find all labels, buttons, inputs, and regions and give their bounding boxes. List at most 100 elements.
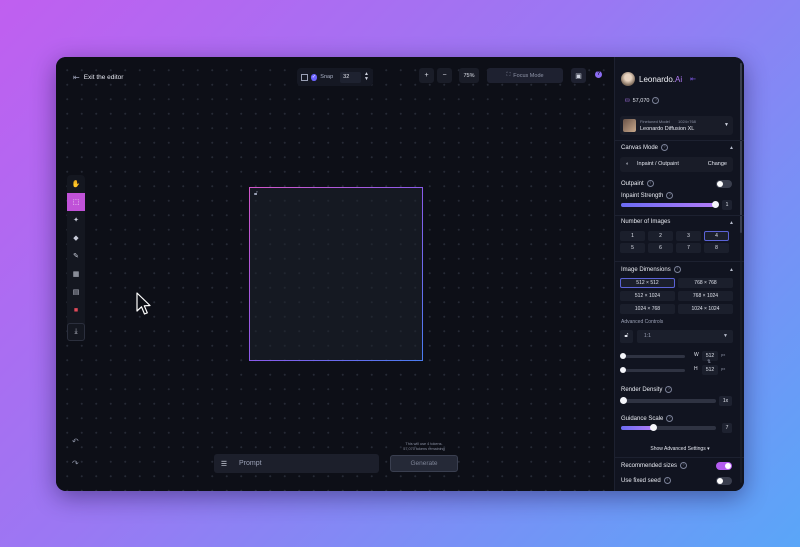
tool-download[interactable]: ⤓ (67, 323, 85, 341)
redo-button[interactable]: ↷ (72, 459, 79, 468)
num-images-option[interactable]: 3 (676, 231, 701, 241)
redo-icon: ↷ (72, 459, 79, 468)
aspect-lock-button[interactable]: 🔓︎ (620, 330, 633, 343)
recommended-sizes-row: Recommended sizes ? (621, 462, 688, 469)
outpaint-toggle[interactable] (716, 180, 732, 188)
snap-stepper[interactable]: ▲ ▼ (364, 72, 369, 82)
snap-value-input[interactable]: 32 (340, 71, 362, 83)
num-images-option[interactable]: 6 (648, 243, 673, 253)
model-caption: Finetuned Model (640, 119, 670, 124)
image-dimensions-help-icon[interactable]: ? (673, 266, 681, 273)
render-density-row: Render Density ? (621, 386, 673, 393)
num-images-option[interactable]: 1 (620, 231, 645, 241)
height-slider-knob[interactable] (620, 367, 626, 373)
chevron-up-icon[interactable]: ▲ (729, 267, 734, 273)
model-selector[interactable]: Finetuned Model 1024×768 Leonardo Diffus… (620, 116, 733, 135)
inpaint-strength-slider[interactable] (621, 201, 719, 208)
panel-scrollbar[interactable] (740, 63, 742, 483)
render-density-value[interactable]: 1x (719, 396, 732, 406)
avatar[interactable] (621, 72, 635, 86)
render-density-slider[interactable] (620, 397, 716, 404)
model-name: Leonardo Diffusion XL (640, 126, 695, 132)
token-balance: ⛁ 57,070 ? (625, 97, 660, 104)
num-images-option[interactable]: 8 (704, 243, 729, 253)
inpaint-strength-help-icon[interactable]: ? (666, 192, 674, 199)
dimension-option[interactable]: 768 × 768 (678, 278, 733, 288)
show-advanced-settings-link[interactable]: Show Advanced Settings ▾ (615, 446, 744, 452)
width-slider[interactable] (620, 355, 685, 358)
aspect-ratio-select[interactable]: 1:1 ▼ (637, 330, 733, 343)
generation-frame[interactable]: 🔓︎ (249, 187, 423, 361)
outpaint-help-icon[interactable]: ? (646, 180, 654, 187)
num-images-option[interactable]: 7 (676, 243, 701, 253)
tool-magic[interactable]: ✦ (67, 211, 85, 229)
tool-pan[interactable]: ✋ (67, 175, 85, 193)
collapse-panel-icon[interactable]: ⇤ (690, 75, 696, 83)
divider (615, 457, 744, 458)
settings-sliders-icon[interactable]: ☰ (217, 460, 231, 468)
slider-knob[interactable] (620, 397, 627, 404)
render-density-help-icon[interactable]: ? (665, 386, 673, 393)
focus-mode-button[interactable]: ⛶ Focus Mode (487, 68, 563, 83)
dimension-option[interactable]: 768 × 1024 (678, 291, 733, 301)
guidance-scale-slider[interactable] (621, 424, 716, 431)
guidance-scale-help-icon[interactable]: ? (666, 415, 674, 422)
fixed-seed-help-icon[interactable]: ? (663, 477, 671, 484)
dimension-option[interactable]: 512 × 512 (620, 278, 675, 288)
dimensions-grid: 512 × 512 768 × 768 512 × 1024 768 × 1024 10… (620, 278, 733, 314)
tool-mask[interactable]: ▦ (67, 265, 85, 283)
snap-checkbox[interactable]: ✓ (310, 73, 318, 81)
snap-frame-icon[interactable] (301, 73, 308, 81)
exit-editor-label: Exit the editor (83, 74, 124, 81)
canvas-area[interactable]: ⇤ Exit the editor ✓ Snap 32 ▲ ▼ + − 75% … (56, 57, 614, 491)
height-input[interactable]: 512 (702, 365, 718, 375)
brand-header: Leonardo.Ai ⇤ (621, 72, 696, 86)
height-slider[interactable] (620, 369, 685, 372)
tool-brush[interactable]: ✎ (67, 247, 85, 265)
canvas-mode-label: Canvas Mode (621, 144, 659, 151)
dimension-option[interactable]: 1024 × 1024 (678, 304, 733, 314)
zoom-in-button[interactable]: + (419, 68, 434, 83)
generate-button[interactable]: Generate (390, 455, 458, 472)
trash-icon: ■ (73, 306, 79, 314)
camera-button[interactable]: ▣ (571, 68, 586, 83)
canvas-mode-help-icon[interactable]: ? (661, 144, 669, 151)
slider-knob[interactable] (712, 201, 719, 208)
recommended-sizes-toggle[interactable] (716, 462, 732, 470)
help-icon[interactable]: ? (595, 71, 602, 78)
zoom-level-button[interactable]: 75% (459, 68, 479, 83)
exit-editor-link[interactable]: ⇤ Exit the editor (73, 73, 123, 82)
camera-icon: ▣ (575, 72, 582, 80)
tool-eraser[interactable]: ◆ (67, 229, 85, 247)
chevron-up-icon[interactable]: ▲ (729, 145, 734, 151)
undo-button[interactable]: ↶ (72, 437, 79, 446)
fixed-seed-toggle[interactable] (716, 477, 732, 485)
tool-image[interactable]: ▤ (67, 283, 85, 301)
image-dimensions-label: Image Dimensions (621, 266, 671, 273)
stepper-down-icon[interactable]: ▼ (364, 77, 369, 82)
width-slider-knob[interactable] (620, 353, 626, 359)
num-images-option[interactable]: 2 (648, 231, 673, 241)
num-images-option[interactable]: 5 (620, 243, 645, 253)
zoom-out-button[interactable]: − (437, 68, 452, 83)
chevron-down-icon: ▼ (724, 122, 729, 128)
token-help-icon[interactable]: ? (652, 97, 660, 104)
scrollbar-thumb[interactable] (740, 63, 742, 233)
inpaint-strength-value[interactable]: 1 (722, 200, 732, 210)
brand-accent: Ai (675, 74, 683, 84)
num-images-option[interactable]: 4 (704, 231, 729, 241)
chevron-up-icon[interactable]: ▲ (729, 220, 734, 226)
tool-delete[interactable]: ■ (67, 301, 85, 319)
recommended-sizes-help-icon[interactable]: ? (680, 462, 688, 469)
dimension-option[interactable]: 512 × 1024 (620, 291, 675, 301)
width-row: W 512 px (620, 351, 733, 363)
slider-knob[interactable] (650, 424, 658, 431)
magic-wand-icon: ✦ (73, 217, 79, 224)
inpaint-icon: ◐ (626, 161, 630, 167)
dimension-option[interactable]: 1024 × 768 (620, 304, 675, 314)
frame-lock-icon[interactable]: 🔓︎ (254, 191, 258, 198)
change-mode-button[interactable]: Change (708, 161, 727, 167)
tool-select[interactable]: ⬚ (67, 193, 85, 211)
guidance-scale-value[interactable]: 7 (722, 423, 732, 433)
prompt-input[interactable]: ☰ Prompt (214, 454, 379, 473)
